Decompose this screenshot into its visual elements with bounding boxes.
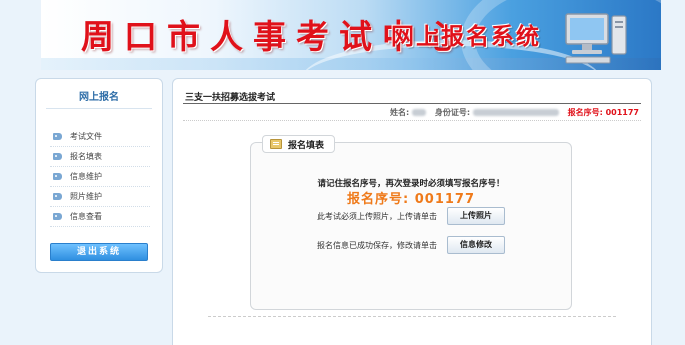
sidebar-item-registration-form[interactable]: 报名填表 (50, 147, 150, 167)
tag-icon (53, 173, 62, 180)
form-legend: 报名填表 (262, 135, 336, 153)
sidebar-item-photo-maintenance[interactable]: 照片维护 (50, 187, 150, 207)
tag-icon (53, 153, 62, 160)
main-panel: 三支一扶招募选拔考试 姓名: 身份证号: 报名序号: 001177 报名填表 请… (172, 78, 652, 345)
sidebar-item-label[interactable]: 考试文件 (70, 131, 102, 142)
page-title: 三支一扶招募选拔考试 (185, 93, 276, 103)
sidebar-item-label[interactable]: 信息维护 (70, 171, 102, 182)
divider (46, 108, 152, 109)
candidate-info-row: 姓名: 身份证号: 报名序号: 001177 (173, 107, 639, 118)
tag-icon (53, 213, 62, 220)
edit-info-row: 报名信息已成功保存，修改请单击 信息修改 (251, 236, 571, 254)
redacted-name (412, 109, 427, 116)
sidebar-title: 网上报名 (79, 92, 119, 103)
exit-system-button[interactable]: 退出系统 (50, 243, 148, 261)
divider (208, 316, 616, 317)
system-title: 网上报名系统 (391, 24, 541, 50)
sidebar-item-info-view[interactable]: 信息查看 (50, 207, 150, 227)
header-banner: 周口市人事考试中心 网上报名系统 (41, 0, 661, 70)
name-label: 姓名: (390, 108, 410, 117)
edit-info-button[interactable]: 信息修改 (447, 236, 505, 254)
computer-icon (565, 13, 627, 64)
sidebar-item-exam-files[interactable]: 考试文件 (50, 127, 150, 147)
upload-photo-message: 此考试必须上传照片，上传请单击 (317, 211, 437, 221)
form-legend-text: 报名填表 (288, 140, 325, 151)
form-icon (270, 139, 282, 149)
divider (183, 120, 641, 121)
sidebar-item-label[interactable]: 照片维护 (70, 191, 102, 202)
sidebar: 网上报名 考试文件 报名填表 信息维护 照片维护 信息查看 退出系统 (35, 78, 163, 273)
edit-info-message: 报名信息已成功保存，修改请单击 (317, 240, 437, 250)
id-label: 身份证号: (434, 108, 471, 117)
sidebar-item-label[interactable]: 报名填表 (70, 151, 102, 162)
registration-number-display: 报名序号: 001177 (347, 192, 475, 207)
registration-number-label: 报名序号: 001177 (567, 108, 639, 117)
redacted-id-number (473, 109, 560, 116)
tag-icon (53, 193, 62, 200)
registration-form-box: 报名填表 请记住报名序号，再次登录时必须填写报名序号！ 报名序号: 001177… (250, 135, 572, 310)
sidebar-nav: 考试文件 报名填表 信息维护 照片维护 信息查看 (50, 127, 150, 227)
upload-photo-row: 此考试必须上传照片，上传请单击 上传照片 (251, 207, 571, 225)
upload-photo-button[interactable]: 上传照片 (447, 207, 505, 225)
divider (183, 103, 641, 104)
tag-icon (53, 133, 62, 140)
sidebar-item-label[interactable]: 信息查看 (70, 211, 102, 222)
sidebar-item-info-maintenance[interactable]: 信息维护 (50, 167, 150, 187)
